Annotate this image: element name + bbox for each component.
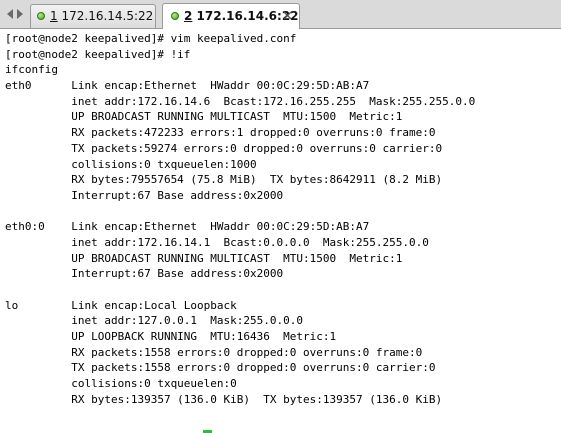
terminal-line: inet addr:127.0.0.1 Mask:255.0.0.0 [5,314,304,328]
session-tab-1[interactable]: 1 172.16.14.5:22 [30,4,156,28]
terminal-line: RX packets:472233 errors:1 dropped:0 ove… [5,126,436,140]
terminal-line: [root@node2 keepalived]# vim keepalived.… [5,32,297,45]
terminal-line: lo Link encap:Local Loopback [5,298,237,312]
terminal-line: TX packets:1558 errors:0 dropped:0 overr… [5,361,436,375]
terminal-line: TX packets:59274 errors:0 dropped:0 over… [5,141,443,155]
terminal-line: collisions:0 txqueuelen:1000 [5,157,257,171]
terminal-line: RX bytes:139357 (136.0 KiB) TX bytes:139… [5,392,443,406]
terminal-line: inet addr:172.16.14.6 Bcast:172.16.255.2… [5,94,476,108]
terminal-lines: [root@node2 keepalived]# vim keepalived.… [5,31,475,408]
terminal-line: UP BROADCAST RUNNING MULTICAST MTU:1500 … [5,110,403,124]
terminal-line: RX bytes:79557654 (75.8 MiB) TX bytes:86… [5,173,443,187]
session-tab-2[interactable]: 2 172.16.14.6:22 [162,3,300,29]
session-tab-bar: 1 172.16.14.5:22 2 172.16.14.6:22 [0,0,561,29]
triangle-right-icon[interactable] [16,9,24,19]
terminal-line: Interrupt:67 Base address:0x2000 [5,188,284,202]
terminal-line: inet addr:172.16.14.1 Bcast:0.0.0.0 Mask… [5,235,429,249]
connected-status-icon [37,12,45,20]
session-tab-index: 1 [50,9,58,23]
terminal-line: eth0:0 Link encap:Ethernet HWaddr 00:0C:… [5,220,370,234]
terminal-line: UP BROADCAST RUNNING MULTICAST MTU:1500 … [5,251,403,265]
session-tab-label: 1 172.16.14.5:22 [50,9,153,23]
terminal-output[interactable]: [root@node2 keepalived]# vim keepalived.… [0,29,561,433]
terminal-line: eth0 Link encap:Ethernet HWaddr 00:0C:29… [5,79,370,93]
terminal-window: 1 172.16.14.5:22 2 172.16.14.6:22 [root@… [0,0,561,433]
terminal-line: [root@node2 keepalived]# !if [5,47,191,61]
triangle-left-icon[interactable] [6,9,14,19]
terminal-line: collisions:0 txqueuelen:0 [5,377,237,391]
close-icon[interactable] [283,11,292,20]
terminal-line: UP LOOPBACK RUNNING MTU:16436 Metric:1 [5,330,337,344]
terminal-line: ifconfig [5,63,58,77]
session-tab-title: 172.16.14.5:22 [61,9,154,23]
terminal-line: RX packets:1558 errors:0 dropped:0 overr… [5,345,423,359]
connected-status-icon [171,12,179,20]
terminal-line: Interrupt:67 Base address:0x2000 [5,267,284,281]
session-tab-label: 2 172.16.14.6:22 [184,9,299,23]
session-tab-index: 2 [184,9,193,23]
